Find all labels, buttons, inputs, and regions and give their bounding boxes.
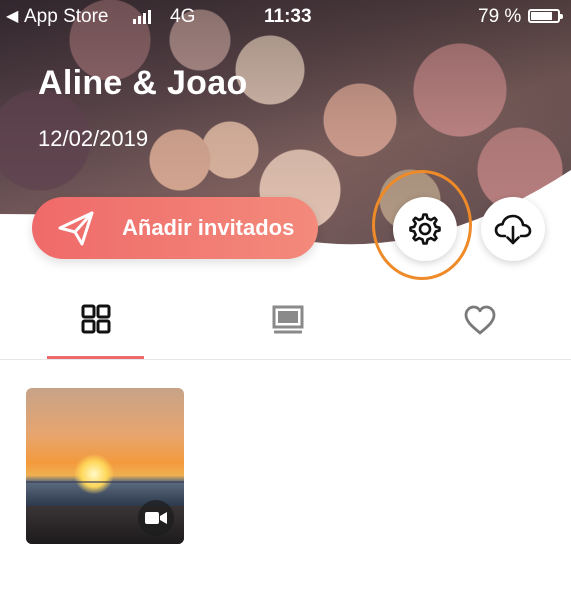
add-guests-button[interactable]: Añadir invitados	[32, 197, 318, 259]
paper-plane-icon	[58, 211, 94, 246]
event-title: Aline & Joao	[38, 64, 248, 102]
add-guests-label: Añadir invitados	[122, 215, 295, 240]
download-button[interactable]	[481, 197, 545, 261]
back-to-app-label[interactable]: App Store	[24, 6, 109, 28]
network-type: 4G	[170, 6, 196, 27]
back-to-app-icon[interactable]: ◀	[6, 6, 18, 26]
settings-highlight-ring	[372, 170, 472, 280]
battery-icon	[528, 9, 563, 23]
clock: 11:33	[264, 6, 312, 27]
slideshow-icon	[272, 305, 304, 334]
signal-strength-icon	[133, 10, 151, 24]
sunset-sun	[74, 454, 114, 494]
gallery-tabs	[0, 290, 571, 360]
cloud-download-icon	[494, 214, 532, 245]
video-camera-icon	[145, 512, 167, 524]
tab-slideshow[interactable]	[233, 290, 343, 360]
video-badge	[138, 500, 174, 536]
grid-icon	[81, 304, 111, 334]
tab-favorites[interactable]	[425, 290, 535, 360]
battery-percentage: 79 %	[478, 6, 522, 27]
media-thumbnail[interactable]	[26, 388, 184, 544]
heart-icon	[464, 305, 496, 335]
sea-horizon	[26, 481, 184, 483]
status-bar: ◀ App Store 4G 11:33 79 %	[0, 0, 571, 32]
event-date: 12/02/2019	[38, 126, 149, 151]
tabs-divider	[0, 359, 571, 360]
tab-grid[interactable]	[41, 290, 151, 360]
